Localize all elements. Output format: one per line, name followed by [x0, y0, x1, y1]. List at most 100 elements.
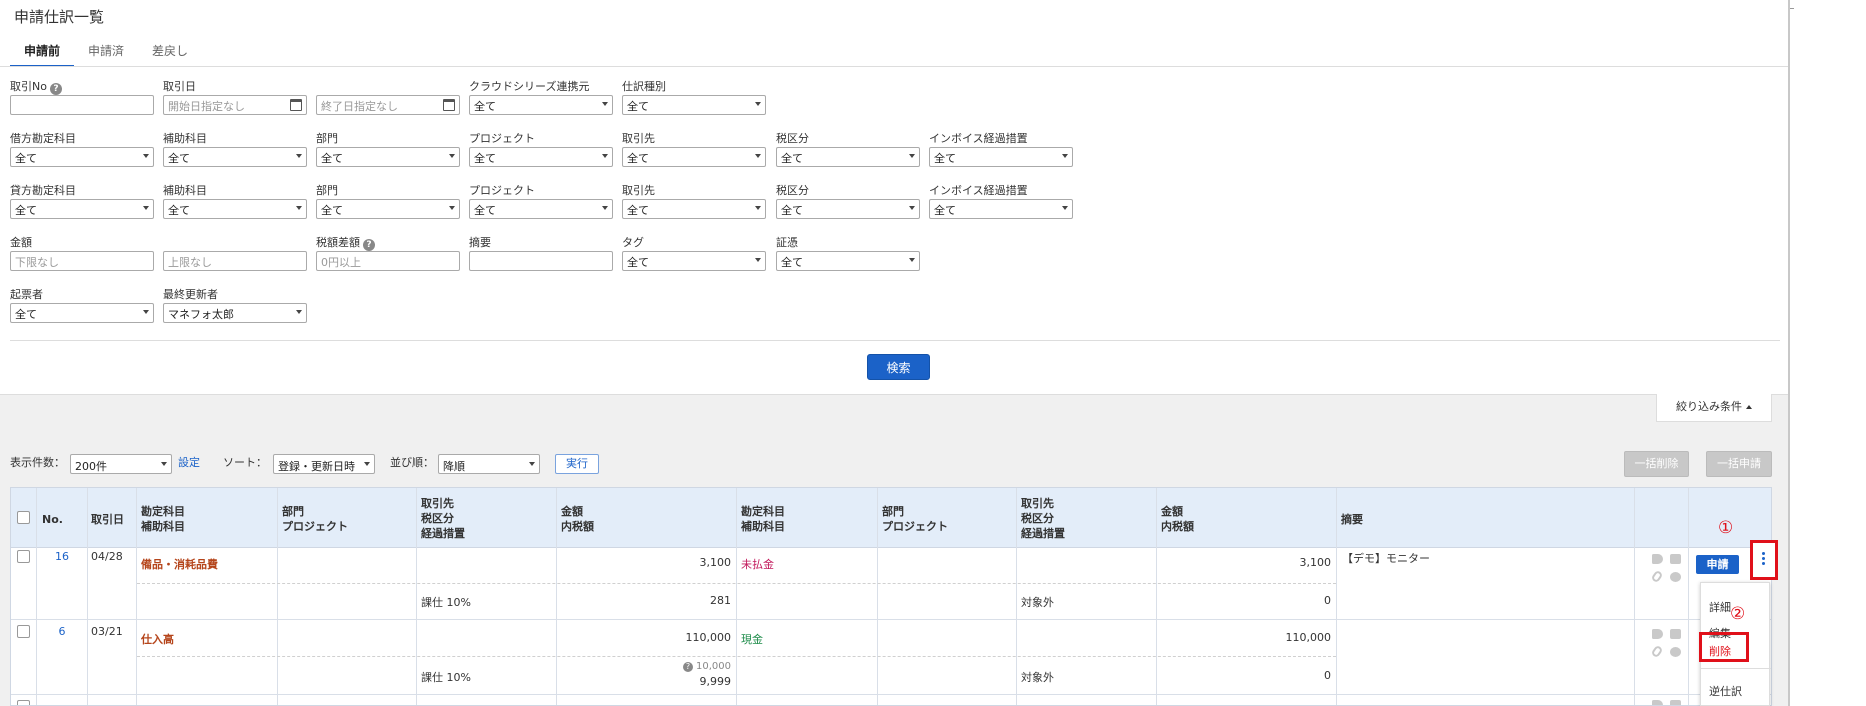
comment-icon[interactable] — [1670, 572, 1681, 582]
row-checkbox[interactable] — [17, 625, 30, 638]
search-button[interactable]: 検索 — [867, 354, 930, 380]
menu-item-reverse[interactable]: 逆仕訳 — [1709, 683, 1742, 699]
tab-returned[interactable]: 差戻し — [138, 37, 202, 67]
credit-tax-value: 対象外 — [1021, 596, 1054, 609]
tax-diff-label: 税額差額 — [316, 236, 360, 249]
chevron-down-icon — [143, 154, 149, 158]
header-date: 取引日 — [91, 513, 124, 526]
help-icon[interactable]: ? — [683, 662, 693, 672]
cloud-series-label: クラウドシリーズ連携元 — [469, 80, 590, 93]
tag-icon[interactable] — [1652, 700, 1663, 705]
debit-tax-amount-value: 9,999 — [699, 675, 732, 688]
tag-icon[interactable] — [1652, 629, 1663, 639]
shiwake-type-select[interactable]: 全て — [622, 95, 766, 115]
order-select[interactable]: 降順 — [438, 454, 540, 474]
count-select[interactable]: 200件 — [70, 454, 172, 474]
credit-tax-select[interactable]: 全て — [776, 199, 920, 219]
debit-sub-select[interactable]: 全て — [163, 147, 307, 167]
header-credit-amount: 金額 内税額 — [1161, 505, 1194, 533]
debit-amount-value: 3,100 — [699, 556, 732, 569]
execute-button[interactable]: 実行 — [555, 454, 599, 474]
paperclip-icon[interactable] — [1650, 569, 1664, 584]
row-menu-button[interactable] — [1750, 540, 1778, 580]
credit-sub-select[interactable]: 全て — [163, 199, 307, 219]
row-checkbox[interactable] — [17, 700, 30, 705]
tag-label: タグ — [622, 236, 644, 249]
calendar-icon[interactable] — [290, 99, 302, 111]
shiwake-type-label: 仕訳種別 — [622, 80, 666, 93]
memo-icon[interactable] — [1670, 700, 1681, 705]
debit-account-select[interactable]: 全て — [10, 147, 154, 167]
settings-link[interactable]: 設定 — [178, 454, 200, 474]
delete-highlight — [1699, 632, 1749, 662]
credit-account-select[interactable]: 全て — [10, 199, 154, 219]
count-label: 表示件数： — [10, 456, 65, 469]
header-debit-account: 勘定科目 補助科目 — [141, 505, 185, 533]
credit-project-select[interactable]: 全て — [469, 199, 613, 219]
end-date-input[interactable]: 終了日指定なし — [316, 95, 460, 115]
sort-select[interactable]: 登録・更新日時 — [273, 454, 375, 474]
select-all-checkbox[interactable] — [17, 511, 30, 524]
tab-applied[interactable]: 申請済 — [74, 37, 138, 67]
memo-icon[interactable] — [1670, 629, 1681, 639]
row-no-link[interactable]: 6 — [45, 625, 79, 638]
help-icon[interactable]: ? — [363, 239, 375, 251]
amount-max-input[interactable]: 上限なし — [163, 251, 307, 271]
tag-icon[interactable] — [1652, 554, 1663, 564]
evidence-select[interactable]: 全て — [776, 251, 920, 271]
credit-dept-select[interactable]: 全て — [316, 199, 460, 219]
credit-amount-value: 3,100 — [1299, 556, 1332, 569]
debit-tax-select[interactable]: 全て — [776, 147, 920, 167]
header-credit-dept: 部門 プロジェクト — [882, 505, 948, 533]
tab-before-apply[interactable]: 申請前 — [10, 37, 75, 67]
memo-icon[interactable] — [1670, 554, 1681, 564]
paperclip-icon[interactable] — [1650, 644, 1664, 659]
bulk-delete-button[interactable]: 一括削除 — [1624, 451, 1689, 477]
menu-item-detail[interactable]: 詳細 — [1709, 599, 1731, 615]
last-updater-select[interactable]: マネフォ太郎 — [163, 303, 307, 323]
apply-button[interactable]: 申請 — [1696, 555, 1739, 574]
credit-partner-select[interactable]: 全て — [622, 199, 766, 219]
toggle-conditions-button[interactable]: 絞り込み条件 — [1656, 394, 1772, 422]
help-icon[interactable]: ? — [49, 83, 62, 95]
debit-tax-amount-value: 281 — [710, 594, 731, 607]
chevron-down-icon — [602, 102, 608, 106]
more-vertical-icon — [1762, 552, 1766, 568]
credit-amount-value: 110,000 — [1285, 631, 1332, 644]
row-no-link[interactable]: 16 — [45, 550, 79, 563]
chevron-down-icon — [296, 154, 302, 158]
credit-tax-amount-value: 0 — [1324, 594, 1331, 607]
calendar-icon[interactable] — [443, 99, 455, 111]
tax-diff-input[interactable]: 0円以上 — [316, 251, 460, 271]
chevron-down-icon — [143, 310, 149, 314]
torihiki-no-input[interactable] — [10, 95, 154, 115]
creator-select[interactable]: 全て — [10, 303, 154, 323]
credit-tax-value: 対象外 — [1021, 671, 1054, 684]
evidence-label: 証憑 — [776, 236, 798, 249]
credit-account-value: 現金 — [741, 633, 763, 646]
credit-account-value: 未払金 — [741, 558, 774, 571]
tag-select[interactable]: 全て — [622, 251, 766, 271]
debit-invoice-select[interactable]: 全て — [929, 147, 1073, 167]
start-date-input[interactable]: 開始日指定なし — [163, 95, 307, 115]
chevron-up-icon — [1746, 405, 1752, 409]
bulk-apply-button[interactable]: 一括申請 — [1706, 451, 1772, 477]
chevron-down-icon — [755, 154, 761, 158]
debit-dept-select[interactable]: 全て — [316, 147, 460, 167]
debit-account-value: 備品・消耗品費 — [141, 558, 218, 571]
chevron-down-icon — [909, 154, 915, 158]
row-checkbox[interactable] — [17, 550, 30, 563]
chevron-down-icon — [755, 102, 761, 106]
debit-project-select[interactable]: 全て — [469, 147, 613, 167]
chevron-down-icon — [161, 462, 167, 466]
chevron-down-icon — [364, 462, 370, 466]
memo-input[interactable] — [469, 251, 613, 271]
comment-icon[interactable] — [1670, 647, 1681, 657]
debit-partner-select[interactable]: 全て — [622, 147, 766, 167]
header-debit-partner: 取引先 税区分 経過措置 — [421, 497, 465, 540]
credit-invoice-select[interactable]: 全て — [929, 199, 1073, 219]
cloud-series-select[interactable]: 全て — [469, 95, 613, 115]
amount-min-input[interactable]: 下限なし — [10, 251, 154, 271]
chevron-down-icon — [602, 154, 608, 158]
torihiki-date-label: 取引日 — [163, 80, 196, 93]
